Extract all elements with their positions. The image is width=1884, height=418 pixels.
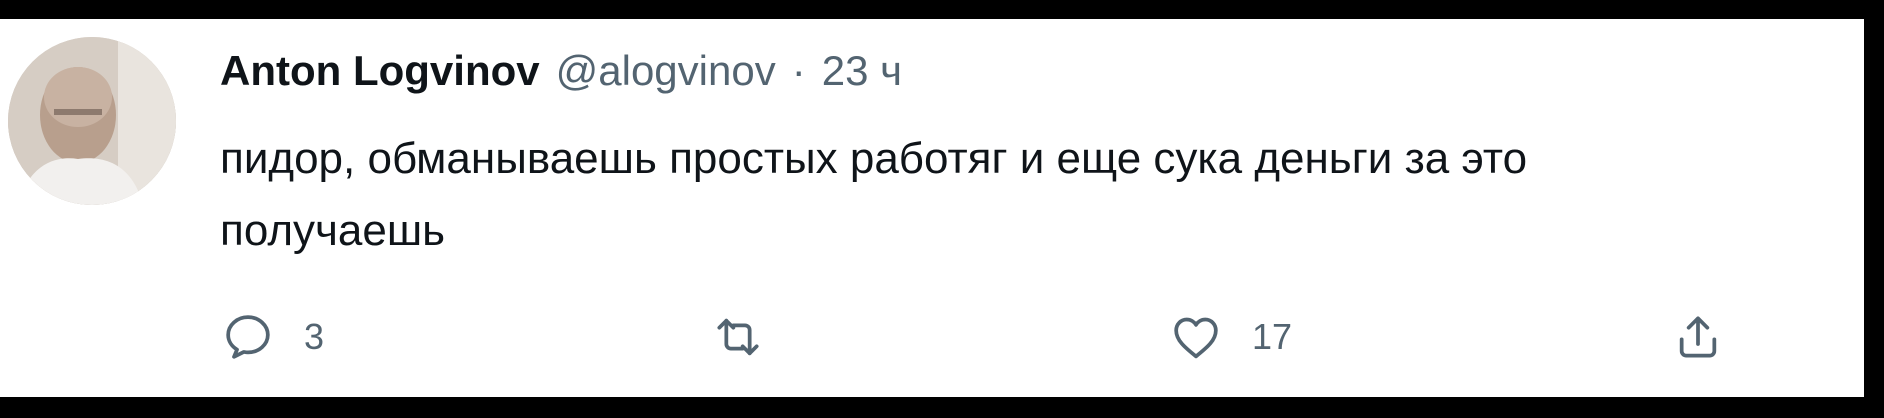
tweet-card: Anton Logvinov @alogvinov · 23 ч пидор, … [0, 19, 1864, 397]
like-button[interactable]: 17 [1168, 309, 1292, 365]
share-icon [1679, 316, 1717, 358]
retweet-icon [717, 318, 759, 356]
author-handle[interactable]: @alogvinov [556, 47, 776, 95]
header-separator: · [791, 47, 806, 94]
share-button[interactable] [1670, 309, 1754, 365]
reply-icon [226, 315, 270, 359]
heart-icon [1174, 317, 1218, 359]
tweet-actions: 3 17 [220, 309, 1740, 365]
tweet-text: пидор, обманываешь простых работяг и еще… [220, 134, 1528, 255]
tweet-header: Anton Logvinov @alogvinov · 23 ч [220, 47, 902, 95]
author-name[interactable]: Anton Logvinov [220, 47, 540, 95]
reply-count: 3 [304, 316, 325, 357]
avatar[interactable] [8, 37, 176, 205]
retweet-button[interactable] [710, 309, 794, 365]
like-count: 17 [1252, 316, 1293, 357]
tweet-timestamp[interactable]: 23 ч [822, 47, 902, 95]
reply-button[interactable]: 3 [220, 309, 324, 365]
avatar-photo [8, 37, 176, 205]
